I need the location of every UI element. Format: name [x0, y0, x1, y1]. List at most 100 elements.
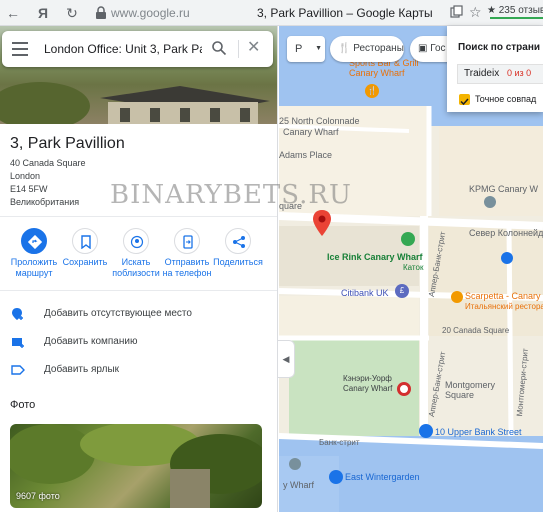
nearby-button[interactable]: Искать поблизости	[108, 228, 164, 279]
divider	[0, 216, 277, 217]
map-label-adams-place: Adams Place	[279, 150, 333, 160]
bank-pin-icon[interactable]: £	[395, 284, 409, 298]
map-label-north-colonnade: 25 North Colonnade	[279, 116, 360, 126]
upper-bank-pin-icon[interactable]	[419, 424, 433, 438]
action-bar: Проложить маршрут Сохранить Искать побли…	[0, 228, 277, 288]
place-title: 3, Park Pavillion	[10, 135, 125, 152]
share-icon	[225, 228, 251, 254]
map-label-katok: Каток	[403, 263, 424, 272]
search-box[interactable]: London Office: Unit 3, Park Pavillion, 4…	[2, 31, 273, 67]
chevron-down-icon: ▼	[315, 45, 322, 52]
underground-icon[interactable]	[397, 382, 411, 396]
currency-label: Р	[295, 43, 303, 55]
map-label-scarpetta[interactable]: Scarpetta - Canary	[465, 291, 541, 301]
directions-icon	[21, 228, 47, 254]
reviews-badge[interactable]: ★ 235 отзывов	[487, 5, 543, 17]
watermark: BINARYBETS.RU	[110, 180, 352, 210]
send-to-phone-label: Отправить на телефон	[162, 257, 212, 278]
restaurants-chip[interactable]: 🍴 Рестораны	[330, 36, 404, 62]
photos-heading: Фото	[10, 399, 36, 411]
address-line: London	[10, 171, 41, 181]
restaurants-label: Рестораны	[353, 43, 404, 54]
add-business-link[interactable]: Добавить компанию	[0, 331, 277, 355]
chevron-left-icon: ◀	[282, 354, 290, 364]
map-label-station[interactable]: Кэнэри-Уорф Canary Wharf	[343, 374, 392, 394]
send-to-phone-icon	[174, 228, 200, 254]
save-label: Сохранить	[62, 257, 108, 267]
exact-match-checkbox[interactable]	[459, 94, 470, 106]
add-place-link[interactable]: Добавить отсутствующее место	[0, 303, 277, 327]
share-label: Поделиться	[213, 257, 263, 267]
hotels-chip[interactable]: ▣ Гос	[410, 36, 450, 62]
page-title: 3, Park Pavillion – Google Карты	[257, 6, 433, 20]
check-icon	[460, 98, 469, 106]
browser-toolbar: ← Я ↻ www.google.ru 3, Park Pavillion – …	[0, 0, 543, 26]
shop-pin-icon[interactable]	[501, 252, 513, 264]
yandex-icon[interactable]: Я	[34, 4, 52, 22]
map-label-kpmg[interactable]: KPMG Canary W	[469, 184, 538, 194]
back-icon[interactable]: ←	[4, 4, 22, 22]
add-business-label: Добавить компанию	[44, 336, 138, 347]
divider	[0, 290, 277, 291]
map-label-citibank[interactable]: Citibank UK	[341, 288, 389, 298]
nearby-label: Искать поблизости	[112, 257, 160, 278]
map-label-montgomery: Montgomery Square	[445, 380, 496, 400]
address-line: E14 5FW	[10, 184, 48, 194]
map-label-bank-st: Банк-стрит	[319, 438, 360, 447]
place-panel: London Office: Unit 3, Park Pavillion, 4…	[0, 26, 278, 512]
restaurant-pin-icon[interactable]: 🍴	[365, 84, 379, 98]
search-input[interactable]: London Office: Unit 3, Park Pavillion, 4…	[44, 41, 202, 57]
address-line: Великобритания	[10, 197, 80, 207]
wharf-pin-icon[interactable]	[289, 458, 301, 470]
add-place-icon	[12, 308, 23, 320]
exact-match-label: Точное совпад	[475, 94, 537, 104]
directions-button[interactable]: Проложить маршрут	[6, 228, 62, 279]
photo-thumbnail[interactable]: 9607 фото	[10, 424, 262, 508]
save-button[interactable]: Сохранить	[57, 228, 113, 268]
address-bar-url[interactable]: www.google.ru	[111, 5, 190, 21]
collapse-panel-button[interactable]: ◀	[278, 340, 295, 378]
restaurant-icon: 🍴	[338, 43, 351, 54]
lock-icon	[96, 6, 106, 19]
add-label-link[interactable]: Добавить ярлык	[0, 359, 277, 383]
reviews-bar	[490, 17, 543, 19]
nearby-icon	[123, 228, 149, 254]
share-button[interactable]: Поделиться	[210, 228, 266, 268]
find-match-count: 0 из 0	[507, 68, 532, 78]
add-place-label: Добавить отсутствующее место	[44, 308, 192, 319]
reload-icon[interactable]: ↻	[63, 4, 81, 22]
star-icon[interactable]: ☆	[469, 4, 482, 20]
menu-icon[interactable]	[12, 42, 28, 56]
place-pin-icon[interactable]	[484, 196, 496, 208]
add-label-label: Добавить ярлык	[44, 364, 120, 375]
map-label-scarpetta-sub: Итальянский ресторан	[465, 302, 543, 311]
bed-icon: ▣	[418, 43, 428, 54]
map-label-wharf: y Wharf	[283, 480, 315, 490]
close-icon[interactable]: ✕	[247, 39, 260, 57]
hotels-label: Гос	[430, 43, 446, 54]
copy-icon[interactable]	[450, 5, 464, 19]
find-query: Traideix	[464, 68, 500, 79]
wintergarden-pin-icon[interactable]	[329, 470, 343, 484]
search-icon[interactable]	[211, 40, 227, 56]
search-divider	[238, 40, 239, 58]
park-pin-icon[interactable]	[401, 232, 415, 246]
find-title: Поиск по страни	[458, 42, 541, 53]
scarpetta-pin-icon[interactable]	[451, 291, 463, 303]
currency-filter-button[interactable]: Р ▼	[287, 36, 325, 62]
selected-place-pin-icon[interactable]	[313, 210, 331, 236]
reviews-text: 235 отзывов	[498, 5, 543, 16]
bookmark-icon	[72, 228, 98, 254]
send-to-phone-button[interactable]: Отправить на телефон	[159, 228, 215, 279]
map-label-ice-rink[interactable]: Ice Rink Canary Wharf	[327, 252, 423, 262]
map-label-upper-bank[interactable]: 10 Upper Bank Street	[435, 427, 522, 437]
map-label-east-wintergarden[interactable]: East Wintergarden	[345, 472, 420, 482]
directions-label: Проложить маршрут	[10, 257, 58, 278]
find-in-page-popup: Поиск по страни Traideix 0 из 0 Точное с…	[447, 26, 543, 112]
map-label-sever: Север Колоннейд	[469, 228, 543, 238]
address-line: 40 Canada Square	[10, 158, 86, 168]
photo-count: 9607 фото	[16, 491, 60, 501]
map-label-canada-square: 20 Canada Square	[442, 326, 510, 335]
map-label-canary-wharf-1: Canary Wharf	[283, 127, 339, 137]
add-business-icon	[12, 338, 24, 348]
